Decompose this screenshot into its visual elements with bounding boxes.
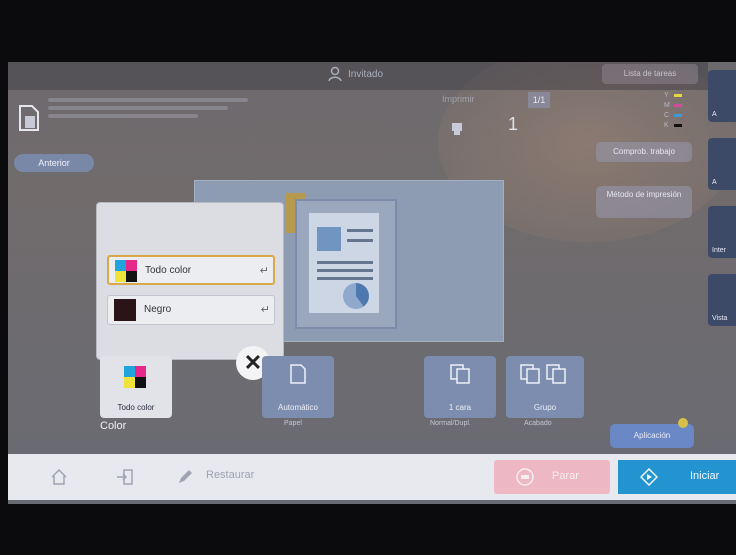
text-line (347, 239, 373, 242)
user-icon (328, 66, 342, 82)
message-line (48, 98, 248, 102)
count-label: Imprimir (442, 94, 475, 104)
reset-button[interactable]: Restaurar (206, 469, 254, 481)
paper-icon (290, 364, 306, 384)
toner-label-c: C (664, 112, 670, 119)
option-label: Todo color (145, 265, 192, 276)
start-icon (640, 468, 658, 486)
bottom-bar: Restaurar Parar Iniciar (8, 454, 736, 500)
pie-chart-icon (343, 283, 369, 309)
copies-count: 1 (508, 114, 519, 134)
notification-dot (678, 418, 688, 428)
duplex-tile[interactable]: 1 cara (424, 356, 496, 418)
stop-label: Parar (552, 470, 579, 482)
panel-screen: Invitado Lista de tareas Imprimir 1/1 1 … (8, 62, 736, 504)
stop-button[interactable]: Parar (494, 460, 610, 494)
toner-bar-magenta (674, 104, 682, 107)
color-popup: Todo color ↵ Negro ↵ (96, 202, 284, 360)
black-swatch-icon (114, 299, 136, 321)
duplex-sublabel: Normal/Dupl. (430, 420, 471, 427)
side-button-3[interactable]: Inter (708, 206, 736, 258)
tile-label: Todo color (117, 403, 155, 412)
pencil-icon (179, 470, 192, 483)
finish-sublabel: Acabado (524, 420, 552, 427)
option-full-color[interactable]: Todo color ↵ (107, 255, 275, 285)
print-method-button[interactable]: Método de impresión (596, 186, 692, 218)
text-line (317, 277, 373, 280)
previous-button[interactable]: Anterior (14, 154, 94, 172)
home-icon[interactable] (50, 468, 68, 486)
toner-bar-yellow (674, 94, 682, 97)
message-line (48, 106, 228, 110)
page-badge: 1/1 (528, 92, 550, 108)
side-button-1[interactable]: A (708, 70, 736, 122)
login-icon[interactable] (116, 468, 134, 486)
cmyk-icon (115, 260, 137, 282)
tile-label: 1 cara (448, 403, 472, 412)
start-label: Iniciar (690, 470, 720, 482)
side-button-4[interactable]: Vista (708, 274, 736, 326)
top-bar: Invitado Lista de tareas (8, 62, 708, 90)
option-black[interactable]: Negro ↵ (107, 295, 275, 325)
copies-icon (452, 123, 462, 135)
message-line (48, 114, 198, 118)
side-label: A (712, 179, 717, 186)
paper-preview (295, 199, 397, 329)
toner-bar-black (674, 124, 682, 127)
toner-label-y: Y (664, 92, 669, 99)
side-button-2[interactable]: A (708, 138, 736, 190)
toner-label-m: M (664, 102, 670, 109)
paper-sublabel: Papel (284, 420, 302, 427)
enter-icon: ↵ (259, 265, 269, 277)
tile-label: Grupo (533, 403, 557, 412)
toner-bar-cyan (674, 114, 682, 117)
device-frame: Invitado Lista de tareas Imprimir 1/1 1 … (0, 0, 736, 555)
option-label: Negro (144, 304, 172, 315)
start-button[interactable]: Iniciar (618, 460, 736, 494)
document-icon (19, 105, 39, 131)
toner-label-k: K (664, 122, 669, 129)
image-icon (317, 227, 341, 251)
cmyk-icon (124, 366, 146, 388)
tile-label: Automático (277, 403, 319, 412)
check-job-button[interactable]: Comprob. trabajo (596, 142, 692, 162)
group-icon (520, 364, 566, 384)
color-tile[interactable]: Todo color (100, 356, 172, 418)
side-label: A (712, 111, 717, 118)
user-label: Invitado (348, 69, 384, 80)
paper-content (309, 213, 379, 313)
duplex-icon (450, 364, 470, 384)
enter-icon: ↵ (260, 304, 270, 316)
side-label: Vista (712, 315, 728, 322)
finish-tile[interactable]: Grupo (506, 356, 584, 418)
text-line (347, 229, 373, 232)
text-line (317, 269, 373, 272)
job-list-button[interactable]: Lista de tareas (602, 64, 698, 84)
side-label: Inter (712, 247, 727, 254)
stop-icon (516, 468, 534, 486)
text-line (317, 261, 373, 264)
paper-tile[interactable]: Automático (262, 356, 334, 418)
color-title: Color (100, 420, 127, 432)
